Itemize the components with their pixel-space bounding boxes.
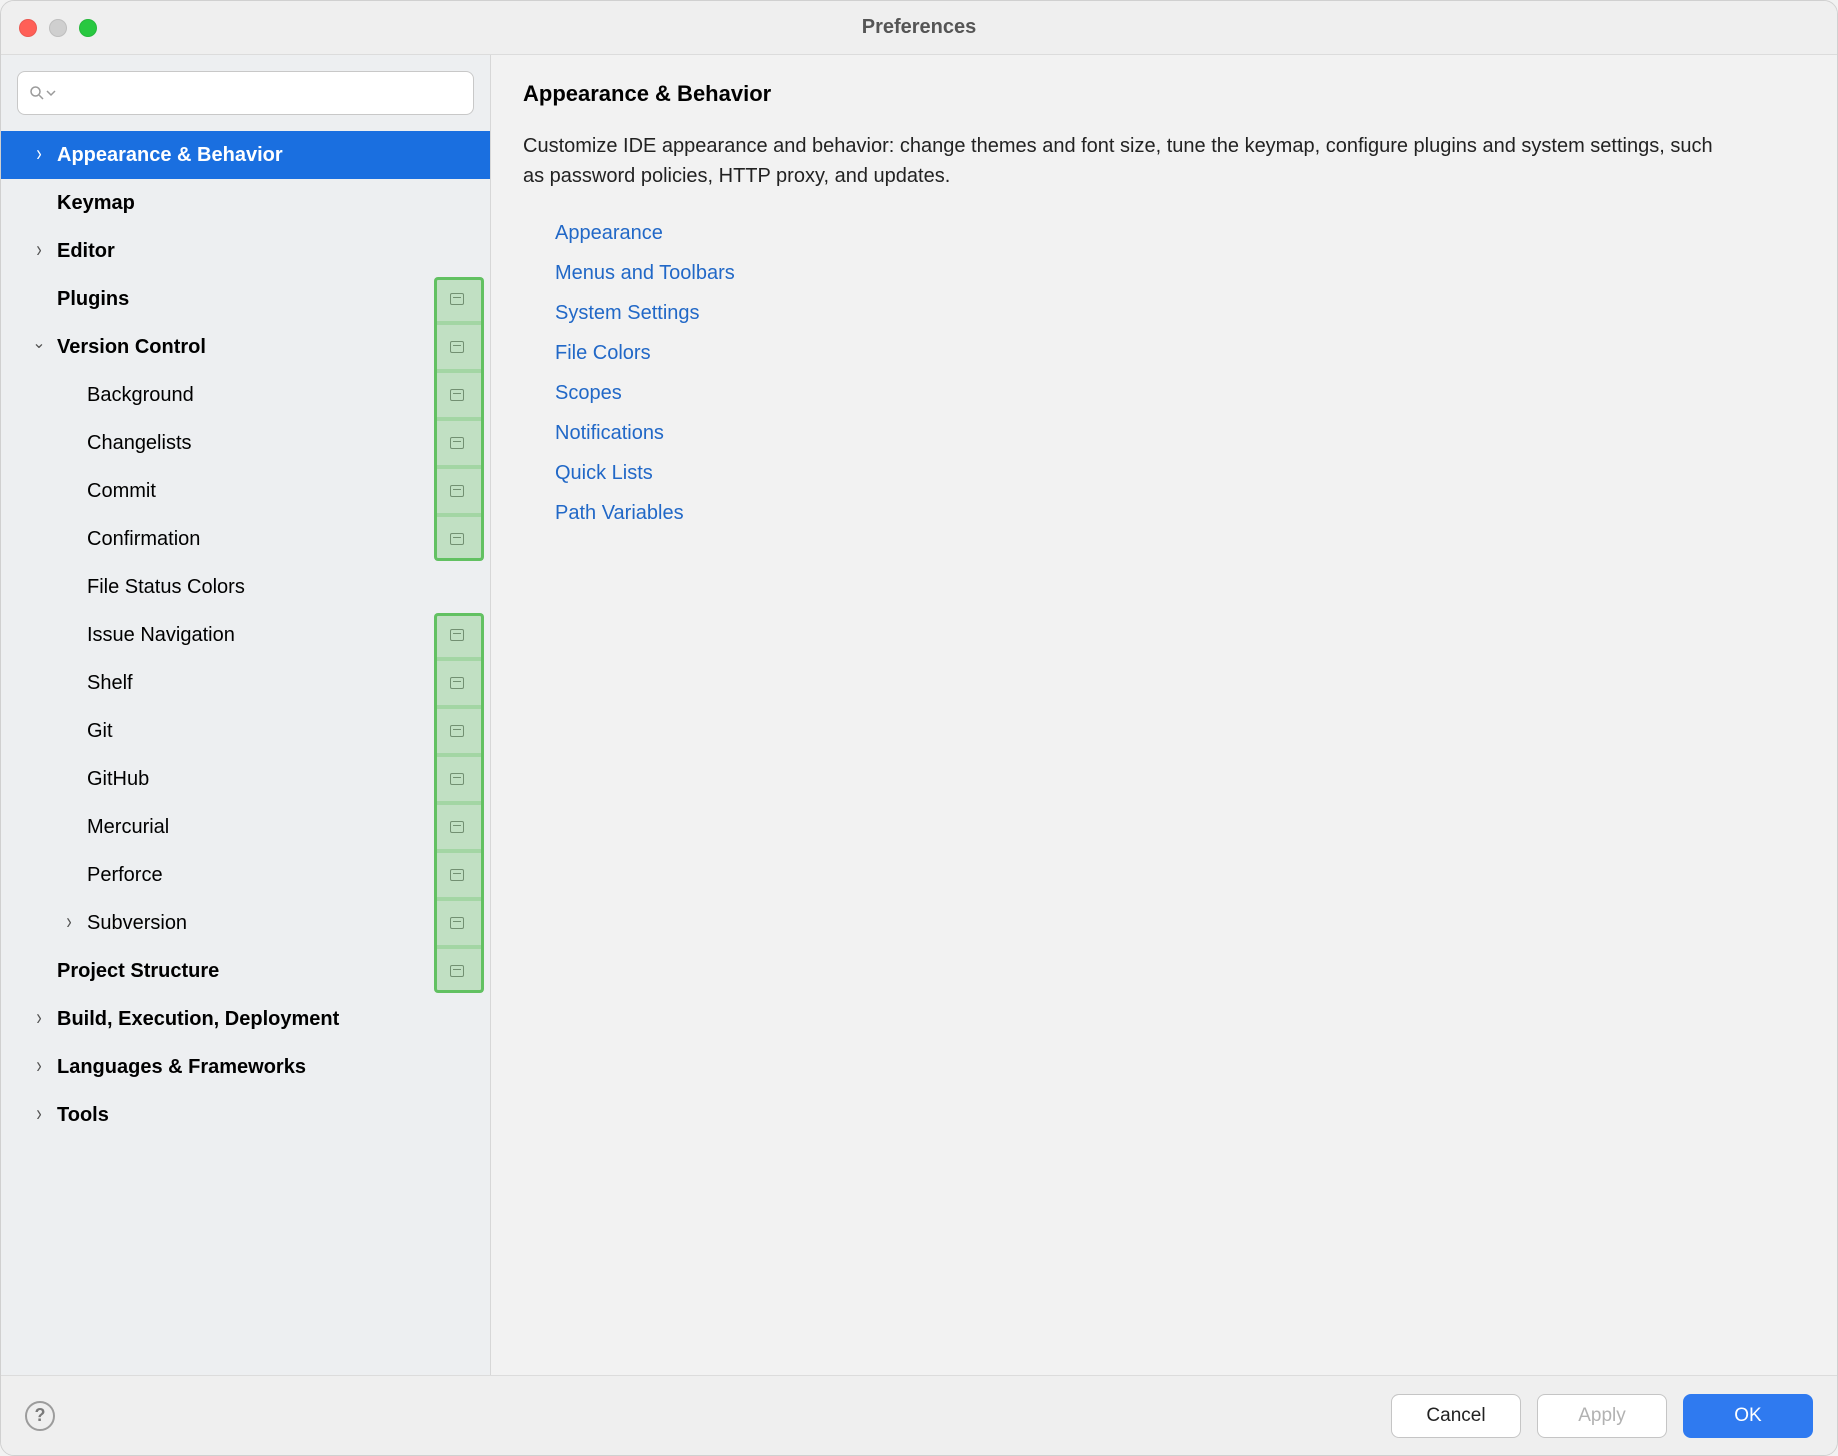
dropdown-icon[interactable] <box>46 88 56 98</box>
subpage-link[interactable]: Notifications <box>555 413 1805 453</box>
tree-item-label: Confirmation <box>87 528 432 551</box>
subpage-link[interactable]: System Settings <box>555 293 1805 333</box>
chevron-right-icon[interactable] <box>25 1010 53 1028</box>
tree-item-label: Project Structure <box>57 960 432 983</box>
search-input[interactable] <box>62 83 463 104</box>
tree-item-label: Mercurial <box>87 816 432 839</box>
project-scope-icon <box>450 917 464 929</box>
search-wrap <box>1 55 490 131</box>
project-scope-icon <box>450 773 464 785</box>
tree-item-vcs-shelf[interactable]: Shelf <box>1 659 490 707</box>
help-button[interactable]: ? <box>25 1401 55 1431</box>
settings-tree: Appearance & Behavior Keymap Editor Plugins… <box>1 131 490 1375</box>
subpage-link[interactable]: Appearance <box>555 213 1805 253</box>
project-scope-icon <box>450 869 464 881</box>
tree-item-appearance[interactable]: Appearance & Behavior <box>1 131 490 179</box>
tree-item-vcs-hg[interactable]: Mercurial <box>1 803 490 851</box>
tree-item-label: Tools <box>57 1104 432 1127</box>
project-scope-icon <box>450 965 464 977</box>
chevron-down-icon[interactable] <box>25 337 53 357</box>
tree-item-label: Editor <box>57 240 432 263</box>
tree-item-vcs-bg[interactable]: Background <box>1 371 490 419</box>
project-scope-icon <box>450 629 464 641</box>
tree-item-label: Appearance & Behavior <box>57 144 432 167</box>
tree-item-label: Languages & Frameworks <box>57 1056 432 1079</box>
project-scope-icon <box>450 341 464 353</box>
tree-item-label: Version Control <box>57 336 432 359</box>
project-scope-icon <box>450 821 464 833</box>
footer: ? Cancel Apply OK <box>1 1375 1837 1455</box>
titlebar: Preferences <box>1 1 1837 55</box>
sidebar: Appearance & Behavior Keymap Editor Plugins… <box>1 55 491 1375</box>
chevron-right-icon[interactable] <box>25 242 53 260</box>
tree-item-vcs-changelists[interactable]: Changelists <box>1 419 490 467</box>
links-list: AppearanceMenus and ToolbarsSystem Setti… <box>523 213 1805 533</box>
project-scope-icon <box>450 677 464 689</box>
ok-button[interactable]: OK <box>1683 1394 1813 1438</box>
content-pane: Appearance & Behavior Customize IDE appe… <box>491 55 1837 1375</box>
project-scope-icon <box>450 293 464 305</box>
tree-item-vcs-git[interactable]: Git <box>1 707 490 755</box>
tree-item-label: Subversion <box>87 912 432 935</box>
chevron-right-icon[interactable] <box>55 914 83 932</box>
tree-item-vcs-confirm[interactable]: Confirmation <box>1 515 490 563</box>
tree-item-vcs-p4[interactable]: Perforce <box>1 851 490 899</box>
tree-item-build[interactable]: Build, Execution, Deployment <box>1 995 490 1043</box>
tree-item-label: Commit <box>87 480 432 503</box>
tree-item-label: Issue Navigation <box>87 624 432 647</box>
subpage-link[interactable]: File Colors <box>555 333 1805 373</box>
cancel-button[interactable]: Cancel <box>1391 1394 1521 1438</box>
subpage-link[interactable]: Path Variables <box>555 493 1805 533</box>
project-scope-icon <box>450 437 464 449</box>
tree-item-label: Changelists <box>87 432 432 455</box>
tree-item-label: File Status Colors <box>87 576 432 599</box>
tree-item-vcs[interactable]: Version Control <box>1 323 490 371</box>
tree-item-vcs-github[interactable]: GitHub <box>1 755 490 803</box>
tree-item-lang[interactable]: Languages & Frameworks <box>1 1043 490 1091</box>
apply-button[interactable]: Apply <box>1537 1394 1667 1438</box>
tree-item-vcs-filestatus[interactable]: File Status Colors <box>1 563 490 611</box>
body: Appearance & Behavior Keymap Editor Plugins… <box>1 55 1837 1375</box>
project-scope-icon <box>450 533 464 545</box>
subpage-link[interactable]: Quick Lists <box>555 453 1805 493</box>
subpage-link[interactable]: Menus and Toolbars <box>555 253 1805 293</box>
tree-item-tools[interactable]: Tools <box>1 1091 490 1139</box>
subpage-link[interactable]: Scopes <box>555 373 1805 413</box>
tree-item-label: Shelf <box>87 672 432 695</box>
tree-item-projstruct[interactable]: Project Structure <box>1 947 490 995</box>
search-icon <box>28 84 46 102</box>
page-description: Customize IDE appearance and behavior: c… <box>523 131 1723 191</box>
project-scope-icon <box>450 389 464 401</box>
search-box[interactable] <box>17 71 474 115</box>
preferences-window: Preferences Appearance & Behavior Keymap E… <box>0 0 1838 1456</box>
page-heading: Appearance & Behavior <box>523 81 1805 107</box>
chevron-right-icon[interactable] <box>25 1106 53 1124</box>
window-title: Preferences <box>1 16 1837 39</box>
tree-item-vcs-svn[interactable]: Subversion <box>1 899 490 947</box>
tree-item-label: Build, Execution, Deployment <box>57 1008 432 1031</box>
project-scope-icon <box>450 725 464 737</box>
chevron-right-icon[interactable] <box>25 1058 53 1076</box>
tree-item-vcs-commit[interactable]: Commit <box>1 467 490 515</box>
tree-item-label: Plugins <box>57 288 432 311</box>
tree-item-keymap[interactable]: Keymap <box>1 179 490 227</box>
chevron-right-icon[interactable] <box>25 146 53 164</box>
tree-item-label: Git <box>87 720 432 743</box>
tree-item-label: Perforce <box>87 864 432 887</box>
tree-item-label: Keymap <box>57 192 432 215</box>
tree-item-label: Background <box>87 384 432 407</box>
tree-item-editor[interactable]: Editor <box>1 227 490 275</box>
project-scope-icon <box>450 485 464 497</box>
tree-item-vcs-issuenav[interactable]: Issue Navigation <box>1 611 490 659</box>
tree-item-label: GitHub <box>87 768 432 791</box>
tree-item-plugins[interactable]: Plugins <box>1 275 490 323</box>
